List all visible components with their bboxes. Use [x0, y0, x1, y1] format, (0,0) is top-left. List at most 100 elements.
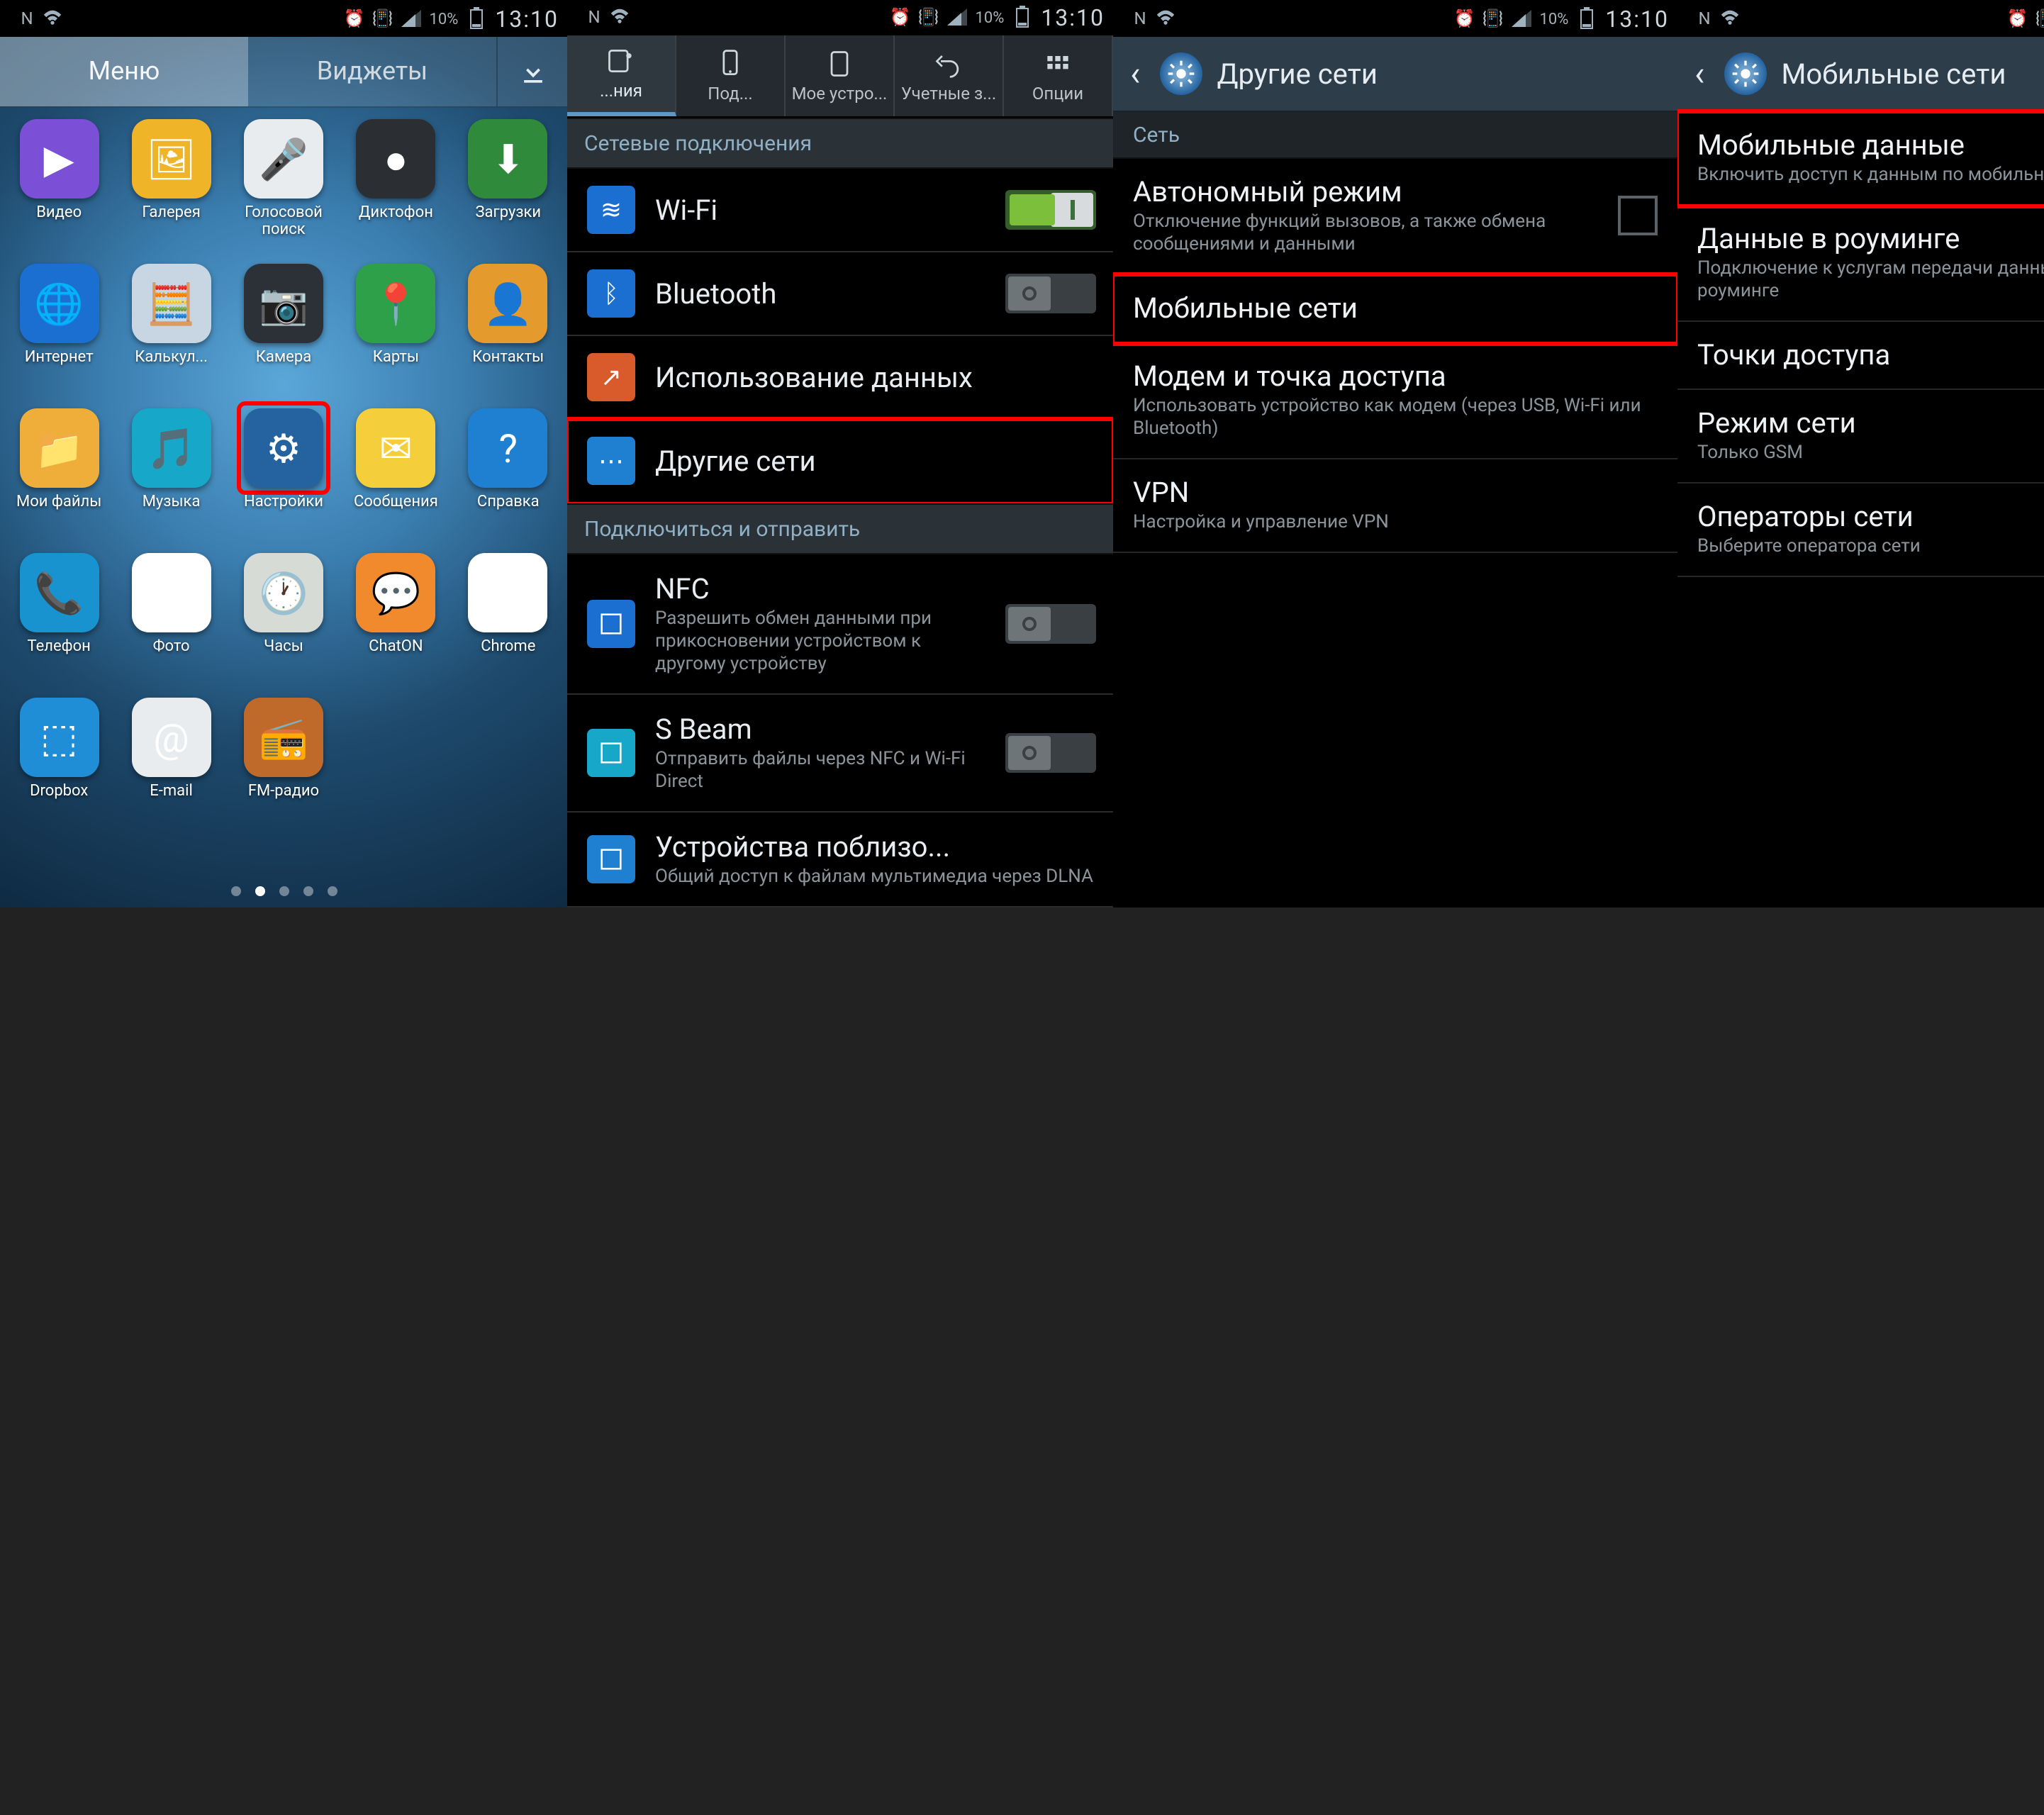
tab-my-device[interactable]: Под... — [676, 35, 786, 116]
app-label: Диктофон — [359, 204, 433, 221]
page-header: ‹ Другие сети — [1113, 37, 1677, 112]
toggle[interactable] — [1005, 733, 1096, 773]
screen-home: N ⏰ 📳 10% 13:10 Меню Виджеты ▶Видео🖼Гале… — [0, 0, 567, 908]
row-subtitle: Выберите оператора сети — [1697, 536, 2044, 559]
row-operators[interactable]: Операторы сетиВыберите оператора сети — [1677, 484, 2044, 577]
app-recorder[interactable]: ● Диктофон — [340, 119, 452, 261]
row-subtitle: Настройка и управление VPN — [1133, 512, 1658, 535]
app-chrome[interactable]: ◉Chrome — [452, 553, 564, 695]
app-internet[interactable]: 🌐Интернет — [3, 264, 115, 406]
app-chaton[interactable]: 💬ChatON — [340, 553, 452, 695]
app-label: Телефон — [28, 638, 91, 655]
app-camera[interactable]: 📷Камера — [228, 264, 340, 406]
app-photos[interactable]: ✦ Фото — [115, 553, 227, 695]
row-bluetooth[interactable]: ᛒBluetooth — [567, 252, 1113, 336]
device-icon — [821, 48, 858, 79]
row-vpn[interactable]: VPNНастройка и управление VPN — [1113, 459, 1677, 553]
clock-icon: 🕐 — [244, 553, 323, 632]
app-label: Калькул... — [135, 349, 208, 366]
row-title: Устройства поблизо... — [655, 830, 1096, 864]
app-phone[interactable]: 📞 Телефон — [3, 553, 115, 695]
page-header: ‹ Мобильные сети — [1677, 37, 2044, 112]
app-files[interactable]: 📁Мои файлы — [3, 408, 115, 550]
row-nfc[interactable]: NFCРазрешить обмен данными при прикоснов… — [567, 554, 1113, 695]
app-gallery[interactable]: 🖼Галерея — [115, 119, 227, 261]
app-settings[interactable]: ⚙Настройки — [228, 408, 340, 550]
row-apn[interactable]: Точки доступа — [1677, 322, 2044, 390]
app-label: Загрузки — [475, 204, 541, 221]
checkbox[interactable] — [1618, 196, 1658, 235]
row-sbeam[interactable]: S BeamОтправить файлы через NFC и Wi-Fi … — [567, 695, 1113, 812]
app-label: Музыка — [143, 493, 201, 510]
nfc-icon: N — [1694, 9, 1714, 28]
vibrate-icon: 📳 — [918, 8, 938, 28]
app-video[interactable]: ▶Видео — [3, 119, 115, 261]
screen-other-networks: N ⏰ 📳 10% 13:10 ‹ Другие сети Сеть Автон… — [1113, 0, 1677, 908]
toggle[interactable] — [1005, 190, 1096, 230]
app-music[interactable]: 🎵Музыка — [115, 408, 227, 550]
signal-icon — [401, 9, 420, 28]
row-subtitle: Отправить файлы через NFC и Wi-Fi Direct — [655, 749, 985, 794]
clock-text: 13:10 — [1041, 4, 1105, 31]
tab-menu[interactable]: Меню — [0, 37, 248, 106]
toggle[interactable] — [1005, 604, 1096, 644]
app-label: ChatON — [369, 638, 423, 655]
download-button[interactable] — [496, 37, 567, 106]
settings-icon: ⚙ — [244, 408, 323, 488]
back-button[interactable]: ‹ — [1689, 54, 1710, 94]
app-help[interactable]: ?Справка — [452, 408, 564, 550]
row-mobiledata[interactable]: Мобильные данныеВключить доступ к данным… — [1677, 112, 2044, 206]
status-bar: N ⏰ 📳 10% 13:10 — [1113, 0, 1677, 37]
toggle[interactable] — [1005, 274, 1096, 313]
battery-pct: 10% — [1539, 9, 1568, 28]
clock-text: 13:10 — [495, 5, 559, 32]
row-mobile[interactable]: Мобильные сети — [1113, 275, 1677, 343]
alarm-icon: ⏰ — [344, 9, 364, 28]
fmradio-icon: 📻 — [244, 698, 323, 777]
wifi-icon — [610, 8, 630, 28]
tab-device[interactable]: Мое устро... — [786, 35, 895, 116]
tab-options[interactable]: Опции — [1004, 35, 1113, 116]
row-subtitle: Подключение к услугам передачи данных в … — [1697, 258, 2044, 303]
tab-accounts[interactable]: Учетные з... — [895, 35, 1004, 116]
row-nearby[interactable]: Устройства поблизо...Общий доступ к файл… — [567, 812, 1113, 908]
page-indicator[interactable] — [0, 873, 567, 908]
phone-icon: 📞 — [19, 553, 99, 632]
row-data[interactable]: ↗Использование данных — [567, 336, 1113, 420]
recorder-icon: ● — [356, 119, 435, 199]
app-downloads[interactable]: ⬇Загрузки — [452, 119, 564, 261]
app-fmradio[interactable]: 📻FM-радио — [228, 698, 340, 839]
app-contacts[interactable]: 👤Контакты — [452, 264, 564, 406]
row-subtitle: Использовать устройство как модем (через… — [1133, 396, 1658, 441]
tab-connections[interactable]: ...ния — [567, 35, 676, 116]
app-maps[interactable]: 📍Карты — [340, 264, 452, 406]
row-title: S Beam — [655, 712, 985, 746]
app-label: Фото — [153, 638, 190, 655]
files-icon: 📁 — [19, 408, 99, 488]
row-other[interactable]: ⋯Другие сети — [567, 420, 1113, 503]
page-title: Другие сети — [1217, 57, 1378, 91]
app-voice[interactable]: 🎤Голосовой поиск — [228, 119, 340, 261]
app-label: Галерея — [142, 204, 200, 221]
alarm-icon: ⏰ — [890, 8, 910, 28]
app-label: Справка — [477, 493, 540, 510]
row-airplane[interactable]: Автономный режимОтключение функций вызов… — [1113, 159, 1677, 275]
app-email[interactable]: @E-mail — [115, 698, 227, 839]
screen-mobile-networks: N ⏰ 📳 10% 13:10 ‹ Мобильные сети Мобильн… — [1677, 0, 2044, 908]
app-clock[interactable]: 🕐Часы — [228, 553, 340, 695]
app-dropbox[interactable]: ⬚Dropbox — [3, 698, 115, 839]
app-messages[interactable]: ✉Сообщения — [340, 408, 452, 550]
app-calc[interactable]: 🧮 Калькул... — [115, 264, 227, 406]
app-label: Карты — [373, 349, 419, 366]
row-tether[interactable]: Модем и точка доступаИспользовать устрой… — [1113, 343, 1677, 459]
page-title: Мобильные сети — [1781, 57, 2006, 91]
row-netmode[interactable]: Режим сетиТолько GSM› — [1677, 390, 2044, 484]
row-title: Мобильные данные — [1697, 128, 2044, 162]
back-button[interactable]: ‹ — [1124, 54, 1146, 94]
tab-widgets[interactable]: Виджеты — [248, 37, 496, 106]
clock-text: 13:10 — [1605, 5, 1669, 32]
row-wifi[interactable]: ≋Wi-Fi — [567, 169, 1113, 252]
photos-icon: ✦ — [132, 553, 211, 632]
calc-icon: 🧮 — [132, 264, 211, 343]
row-roaming[interactable]: Данные в роумингеПодключение к услугам п… — [1677, 206, 2044, 322]
